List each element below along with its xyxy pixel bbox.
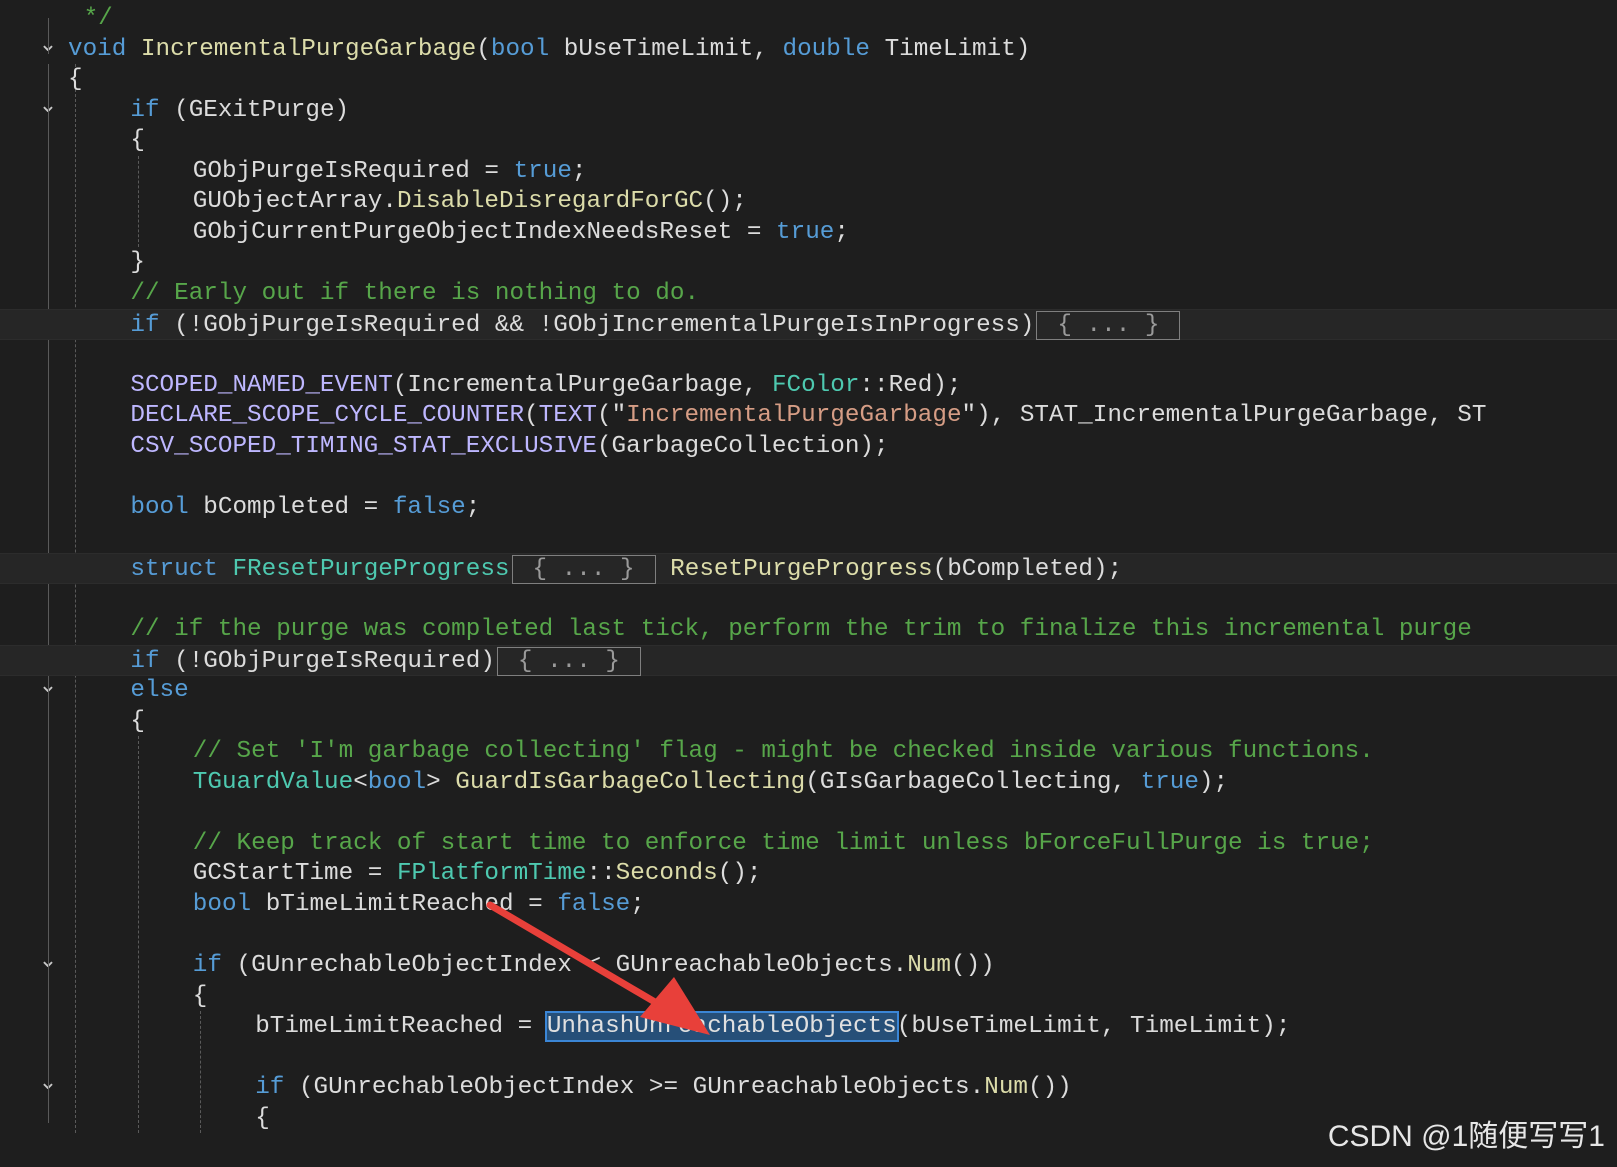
- watermark: CSDN @1随便写写1: [1327, 1120, 1605, 1153]
- annotation-arrow: [486, 901, 710, 1035]
- code-editor[interactable]: ⌄⌄›››⌄⌄⌄ */void IncrementalPurgeGarbage(…: [0, 0, 1617, 1167]
